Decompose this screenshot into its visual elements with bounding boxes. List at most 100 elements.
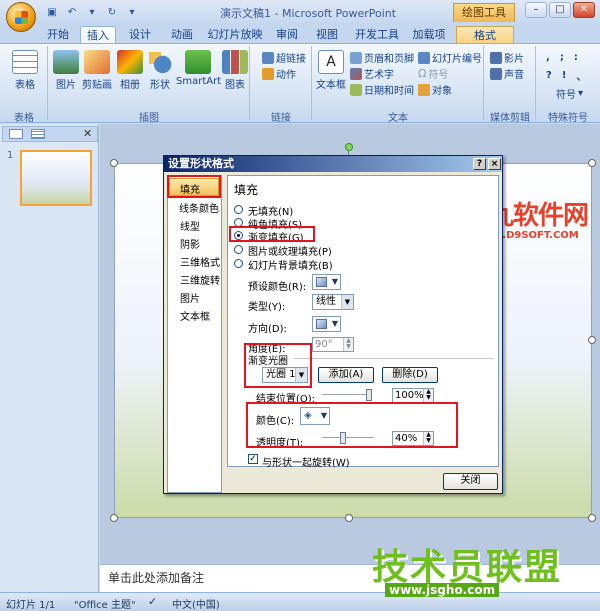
office-button[interactable] — [6, 2, 36, 32]
dialog-close-x-button[interactable]: × — [488, 158, 501, 170]
close-dialog-button[interactable]: 关闭 — [443, 473, 498, 490]
add-stop-button[interactable]: 添加(A) — [318, 367, 374, 383]
tab-format[interactable]: 格式 — [456, 26, 514, 44]
slide-thumbnail[interactable] — [20, 150, 92, 206]
category-textbox[interactable]: 文本框 — [180, 308, 210, 323]
action-button[interactable]: 动作 — [262, 66, 296, 81]
resize-handle-tr[interactable] — [588, 159, 596, 167]
resize-handle-br[interactable] — [588, 514, 596, 522]
slider-thumb[interactable] — [366, 389, 372, 401]
category-3d-format[interactable]: 三维格式 — [180, 254, 220, 269]
category-picture[interactable]: 图片 — [180, 290, 200, 305]
end-position-slider[interactable] — [322, 389, 372, 401]
category-shadow[interactable]: 阴影 — [180, 236, 200, 251]
symbol-button[interactable]: Ω 符号 — [418, 66, 448, 81]
table-button[interactable]: 表格 — [8, 50, 42, 91]
save-icon[interactable]: ▣ — [44, 5, 60, 20]
album-label: 相册 — [120, 80, 140, 91]
type-value: 线性 — [316, 296, 336, 307]
undo-dropdown-icon[interactable]: ▾ — [84, 5, 100, 20]
rotate-with-shape-checkbox[interactable]: ✓ — [248, 454, 258, 464]
movie-button[interactable]: 影片 — [490, 50, 524, 65]
tab-insert[interactable]: 插入 — [80, 26, 116, 44]
wordart-icon — [350, 67, 362, 80]
clipart-button[interactable]: 剪贴画 — [80, 50, 114, 91]
watermark-bottom-url: www.jsgho.com — [385, 583, 500, 597]
resize-handle-bl[interactable] — [110, 514, 118, 522]
header-footer-button[interactable]: 页眉和页脚 — [350, 50, 414, 65]
close-window-icon[interactable]: ✕ — [573, 2, 595, 18]
tab-review[interactable]: 审阅 — [268, 26, 306, 44]
customize-qat-icon[interactable]: ▾ — [124, 5, 140, 20]
highlight-box-fill-category — [167, 175, 221, 198]
wordart-button[interactable]: 艺术字 — [350, 66, 394, 81]
slides-pane-tabs: ✕ — [2, 126, 98, 142]
datetime-button[interactable]: 日期和时间 — [350, 82, 414, 97]
symbols-dropdown-button[interactable]: 符号 ▾ — [556, 86, 583, 101]
dropdown-arrow-icon: ▼ — [331, 277, 338, 286]
category-3d-rotation[interactable]: 三维旋转 — [180, 272, 220, 287]
undo-icon[interactable]: ↶ — [64, 5, 80, 20]
slides-tab-icon[interactable] — [9, 129, 23, 139]
resize-handle-right[interactable] — [588, 336, 596, 344]
maximize-icon[interactable]: □ — [549, 2, 571, 18]
tab-animation[interactable]: 动画 — [162, 26, 202, 44]
symbol-comma[interactable]: , — [546, 52, 550, 63]
end-position-spinner[interactable]: 100% ▲ ▼ — [392, 388, 434, 403]
smartart-icon — [185, 50, 211, 74]
symbol-question[interactable]: ? — [546, 70, 552, 81]
highlight-box-gradient-stops — [244, 343, 312, 388]
picture-button[interactable]: 图片 — [52, 50, 80, 91]
spin-arrows-icon: ▲ ▼ — [423, 389, 433, 402]
radio-picture-fill[interactable] — [234, 245, 243, 254]
tab-view[interactable]: 视图 — [308, 26, 346, 44]
rotate-with-shape-label: 与形状一起旋转(W) — [262, 458, 350, 469]
group-label-text: 文本 — [388, 113, 408, 124]
end-position-value: 100% — [395, 390, 424, 401]
delete-stop-button[interactable]: 删除(D) — [382, 367, 438, 383]
symbol-colon[interactable]: : — [574, 52, 578, 63]
label-picture-fill: 图片或纹理填充(P) — [248, 247, 332, 258]
symbol-exclamation[interactable]: ! — [562, 70, 567, 81]
chart-button[interactable]: 图表 — [222, 50, 248, 91]
close-pane-icon[interactable]: ✕ — [83, 127, 92, 140]
direction-dropdown[interactable]: ▼ — [312, 316, 341, 332]
rotate-handle[interactable] — [345, 143, 353, 151]
tab-design[interactable]: 设计 — [120, 26, 160, 44]
resize-handle-tl[interactable] — [110, 159, 118, 167]
outline-tab-icon[interactable] — [31, 129, 45, 139]
group-label-table: 表格 — [14, 113, 34, 124]
preset-colors-dropdown[interactable]: ▼ — [312, 274, 341, 290]
tab-home[interactable]: 开始 — [38, 26, 78, 44]
spellcheck-icon[interactable]: ✓ — [148, 595, 157, 608]
hyperlink-button[interactable]: 超链接 — [262, 50, 306, 65]
chart-label: 图表 — [225, 80, 245, 91]
quick-access-toolbar: ▣ ↶ ▾ ↻ ▾ — [42, 4, 140, 20]
radio-no-fill[interactable] — [234, 205, 243, 214]
category-line-style[interactable]: 线型 — [180, 218, 200, 233]
angle-spinner[interactable]: 90° ▲ ▼ — [312, 337, 354, 352]
textbox-button[interactable]: A 文本框 — [314, 50, 348, 91]
radio-background-fill[interactable] — [234, 259, 243, 268]
tab-slideshow[interactable]: 幻灯片放映 — [204, 26, 266, 44]
slide-number-label: 幻灯片编号 — [432, 54, 482, 65]
sound-button[interactable]: 声音 — [490, 66, 524, 81]
resize-handle-bottom[interactable] — [345, 514, 353, 522]
direction-swatch-icon — [316, 319, 327, 329]
redo-icon[interactable]: ↻ — [104, 5, 120, 20]
shapes-button[interactable]: 形状 — [146, 50, 174, 91]
tab-addins[interactable]: 加载项 — [406, 26, 452, 44]
dialog-help-button[interactable]: ? — [473, 158, 486, 170]
minimize-icon[interactable]: – — [525, 2, 547, 18]
object-button[interactable]: 对象 — [418, 82, 452, 97]
symbol-pause[interactable]: 、 — [576, 68, 586, 83]
smartart-button[interactable]: SmartArt — [176, 50, 221, 87]
hyperlink-icon — [262, 51, 274, 64]
symbol-semicolon[interactable]: ; — [560, 52, 564, 63]
category-line-color[interactable]: 线条颜色 — [179, 200, 219, 215]
type-dropdown[interactable]: 线性 ▼ — [312, 294, 354, 310]
tab-developer[interactable]: 开发工具 — [350, 26, 404, 44]
album-button[interactable]: 相册 — [116, 50, 144, 91]
slide-number-button[interactable]: 幻灯片编号 — [418, 50, 482, 65]
direction-label: 方向(D): — [248, 324, 287, 335]
